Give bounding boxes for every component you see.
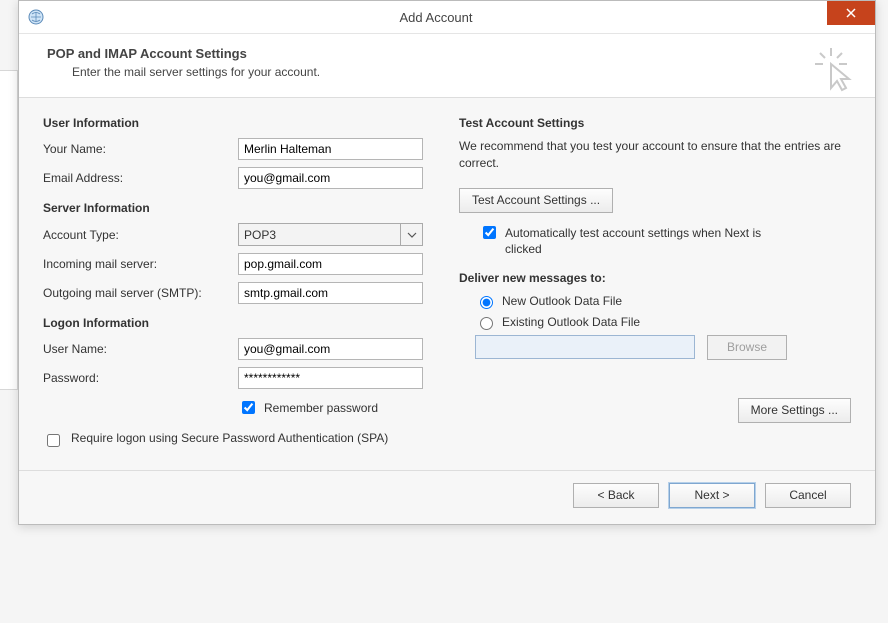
right-column: Test Account Settings We recommend that … [459, 112, 851, 450]
spa-checkbox[interactable] [47, 434, 60, 447]
titlebar: Add Account [19, 1, 875, 34]
test-account-settings-button[interactable]: Test Account Settings ... [459, 188, 613, 213]
account-type-select[interactable]: POP3 [238, 223, 423, 246]
chevron-down-icon [400, 224, 422, 245]
test-settings-heading: Test Account Settings [459, 116, 851, 130]
deliver-heading: Deliver new messages to: [459, 271, 851, 285]
deliver-new-label: New Outlook Data File [502, 294, 622, 308]
add-account-window: Add Account POP and IMAP Account Setting… [18, 0, 876, 525]
incoming-server-input[interactable] [238, 253, 423, 275]
email-address-label: Email Address: [43, 171, 238, 185]
remember-password-label: Remember password [264, 400, 378, 416]
password-label: Password: [43, 371, 238, 385]
cursor-click-icon [809, 44, 857, 92]
deliver-existing-label: Existing Outlook Data File [502, 315, 640, 329]
browse-button[interactable]: Browse [707, 335, 787, 360]
password-input[interactable] [238, 367, 423, 389]
background-left-panel [0, 70, 18, 390]
header-heading: POP and IMAP Account Settings [47, 46, 855, 61]
existing-file-input[interactable] [475, 335, 695, 359]
your-name-input[interactable] [238, 138, 423, 160]
auto-test-checkbox[interactable] [483, 226, 496, 239]
remember-password-checkbox[interactable] [242, 401, 255, 414]
user-name-input[interactable] [238, 338, 423, 360]
header-subtext: Enter the mail server settings for your … [72, 65, 855, 79]
outgoing-server-input[interactable] [238, 282, 423, 304]
back-button[interactable]: < Back [573, 483, 659, 508]
close-button[interactable] [827, 1, 875, 25]
email-address-input[interactable] [238, 167, 423, 189]
left-column: User Information Your Name: Email Addres… [43, 112, 435, 450]
account-type-value: POP3 [244, 228, 276, 242]
window-title: Add Account [45, 10, 827, 25]
test-settings-text: We recommend that you test your account … [459, 138, 851, 172]
deliver-existing-radio[interactable] [480, 317, 493, 330]
auto-test-label: Automatically test account settings when… [505, 225, 799, 257]
cancel-button[interactable]: Cancel [765, 483, 851, 508]
more-settings-button[interactable]: More Settings ... [738, 398, 851, 423]
outgoing-server-label: Outgoing mail server (SMTP): [43, 286, 238, 300]
user-name-label: User Name: [43, 342, 238, 356]
spa-label: Require logon using Secure Password Auth… [71, 431, 388, 445]
your-name-label: Your Name: [43, 142, 238, 156]
footer: < Back Next > Cancel [19, 470, 875, 524]
account-type-label: Account Type: [43, 228, 238, 242]
deliver-new-radio[interactable] [480, 296, 493, 309]
server-info-heading: Server Information [43, 201, 435, 215]
app-icon [27, 8, 45, 26]
user-info-heading: User Information [43, 116, 435, 130]
logon-info-heading: Logon Information [43, 316, 435, 330]
incoming-server-label: Incoming mail server: [43, 257, 238, 271]
header-area: POP and IMAP Account Settings Enter the … [19, 34, 875, 98]
next-button[interactable]: Next > [669, 483, 755, 508]
